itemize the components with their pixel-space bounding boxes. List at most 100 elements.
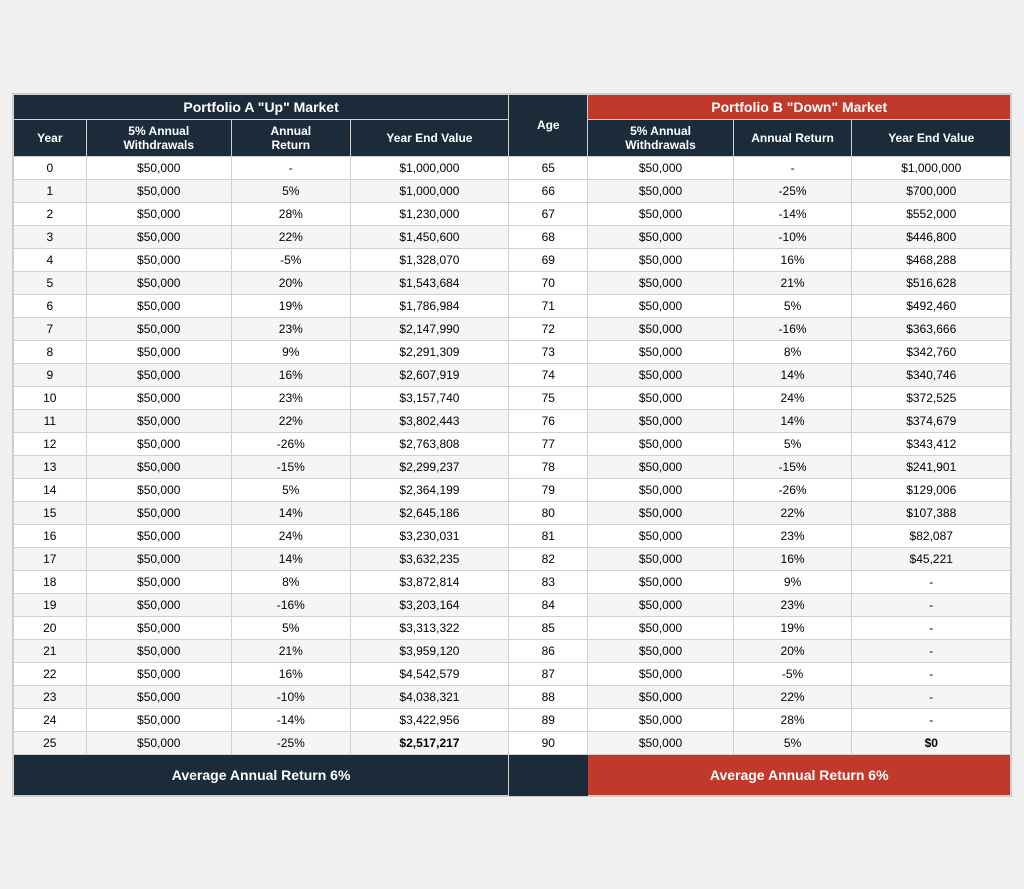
cell-b-yev: $363,666 — [852, 317, 1011, 340]
col-a-wd: 5% AnnualWithdrawals — [86, 119, 231, 156]
table-row: 18 $50,000 8% $3,872,814 83 $50,000 9% - — [14, 570, 1011, 593]
cell-year: 18 — [14, 570, 87, 593]
cell-b-wd: $50,000 — [588, 202, 733, 225]
cell-b-ret: 14% — [733, 409, 852, 432]
cell-b-ret: 9% — [733, 570, 852, 593]
cell-b-wd: $50,000 — [588, 386, 733, 409]
cell-a-yev: $3,203,164 — [350, 593, 508, 616]
cell-year: 8 — [14, 340, 87, 363]
cell-a-wd: $50,000 — [86, 455, 231, 478]
cell-a-yev: $3,157,740 — [350, 386, 508, 409]
cell-b-yev: $241,901 — [852, 455, 1011, 478]
cell-age: 77 — [509, 432, 588, 455]
cell-a-ret: 19% — [231, 294, 350, 317]
cell-a-yev: $3,230,031 — [350, 524, 508, 547]
cell-b-wd: $50,000 — [588, 455, 733, 478]
table-row: 24 $50,000 -14% $3,422,956 89 $50,000 28… — [14, 708, 1011, 731]
cell-age: 85 — [509, 616, 588, 639]
cell-age: 67 — [509, 202, 588, 225]
cell-b-yev: $552,000 — [852, 202, 1011, 225]
cell-a-ret: 24% — [231, 524, 350, 547]
table-row: 6 $50,000 19% $1,786,984 71 $50,000 5% $… — [14, 294, 1011, 317]
cell-age: 72 — [509, 317, 588, 340]
cell-b-ret: 19% — [733, 616, 852, 639]
cell-a-wd: $50,000 — [86, 524, 231, 547]
table-row: 12 $50,000 -26% $2,763,808 77 $50,000 5%… — [14, 432, 1011, 455]
cell-age: 76 — [509, 409, 588, 432]
cell-a-wd: $50,000 — [86, 386, 231, 409]
cell-a-wd: $50,000 — [86, 409, 231, 432]
table-row: 20 $50,000 5% $3,313,322 85 $50,000 19% … — [14, 616, 1011, 639]
cell-a-wd: $50,000 — [86, 639, 231, 662]
table-row: 3 $50,000 22% $1,450,600 68 $50,000 -10%… — [14, 225, 1011, 248]
cell-b-yev: $516,628 — [852, 271, 1011, 294]
table-row: 13 $50,000 -15% $2,299,237 78 $50,000 -1… — [14, 455, 1011, 478]
cell-b-ret: 24% — [733, 386, 852, 409]
cell-a-yev: $1,543,684 — [350, 271, 508, 294]
cell-year: 13 — [14, 455, 87, 478]
cell-b-yev: $372,525 — [852, 386, 1011, 409]
cell-b-yev: - — [852, 616, 1011, 639]
cell-b-yev: - — [852, 662, 1011, 685]
cell-year: 5 — [14, 271, 87, 294]
cell-a-wd: $50,000 — [86, 501, 231, 524]
cell-b-yev: $0 — [852, 731, 1011, 754]
table-row: 10 $50,000 23% $3,157,740 75 $50,000 24%… — [14, 386, 1011, 409]
cell-b-wd: $50,000 — [588, 271, 733, 294]
cell-a-ret: 22% — [231, 409, 350, 432]
cell-b-wd: $50,000 — [588, 685, 733, 708]
cell-b-ret: 16% — [733, 248, 852, 271]
table-row: 14 $50,000 5% $2,364,199 79 $50,000 -26%… — [14, 478, 1011, 501]
cell-b-yev: $343,412 — [852, 432, 1011, 455]
cell-b-yev: $446,800 — [852, 225, 1011, 248]
cell-age: 78 — [509, 455, 588, 478]
table-row: 8 $50,000 9% $2,291,309 73 $50,000 8% $3… — [14, 340, 1011, 363]
cell-age: 73 — [509, 340, 588, 363]
cell-b-ret: -25% — [733, 179, 852, 202]
cell-b-yev: $468,288 — [852, 248, 1011, 271]
cell-age: 82 — [509, 547, 588, 570]
cell-a-yev: $2,517,217 — [350, 731, 508, 754]
cell-year: 16 — [14, 524, 87, 547]
cell-a-ret: 20% — [231, 271, 350, 294]
cell-b-ret: -26% — [733, 478, 852, 501]
cell-b-wd: $50,000 — [588, 501, 733, 524]
cell-b-ret: 22% — [733, 685, 852, 708]
cell-year: 19 — [14, 593, 87, 616]
cell-year: 25 — [14, 731, 87, 754]
cell-b-ret: - — [733, 156, 852, 179]
cell-age: 83 — [509, 570, 588, 593]
cell-year: 14 — [14, 478, 87, 501]
cell-b-wd: $50,000 — [588, 708, 733, 731]
cell-a-ret: 16% — [231, 662, 350, 685]
cell-a-yev: $1,786,984 — [350, 294, 508, 317]
cell-a-ret: 9% — [231, 340, 350, 363]
cell-b-yev: $129,006 — [852, 478, 1011, 501]
cell-a-yev: $1,450,600 — [350, 225, 508, 248]
col-b-yev: Year End Value — [852, 119, 1011, 156]
cell-a-ret: 28% — [231, 202, 350, 225]
cell-a-ret: 22% — [231, 225, 350, 248]
cell-a-yev: $2,364,199 — [350, 478, 508, 501]
age-col-header: Age — [509, 94, 588, 156]
cell-a-yev: $3,959,120 — [350, 639, 508, 662]
cell-b-yev: $1,000,000 — [852, 156, 1011, 179]
cell-a-wd: $50,000 — [86, 685, 231, 708]
cell-b-yev: - — [852, 708, 1011, 731]
cell-a-wd: $50,000 — [86, 547, 231, 570]
cell-b-ret: 5% — [733, 731, 852, 754]
table-row: 21 $50,000 21% $3,959,120 86 $50,000 20%… — [14, 639, 1011, 662]
cell-a-yev: $1,000,000 — [350, 156, 508, 179]
cell-a-yev: $4,542,579 — [350, 662, 508, 685]
cell-b-yev: $342,760 — [852, 340, 1011, 363]
cell-b-wd: $50,000 — [588, 432, 733, 455]
cell-b-wd: $50,000 — [588, 179, 733, 202]
cell-a-yev: $3,632,235 — [350, 547, 508, 570]
cell-age: 69 — [509, 248, 588, 271]
cell-b-yev: - — [852, 593, 1011, 616]
cell-a-wd: $50,000 — [86, 432, 231, 455]
cell-a-yev: $2,645,186 — [350, 501, 508, 524]
cell-a-yev: $3,313,322 — [350, 616, 508, 639]
cell-b-wd: $50,000 — [588, 156, 733, 179]
cell-a-wd: $50,000 — [86, 202, 231, 225]
